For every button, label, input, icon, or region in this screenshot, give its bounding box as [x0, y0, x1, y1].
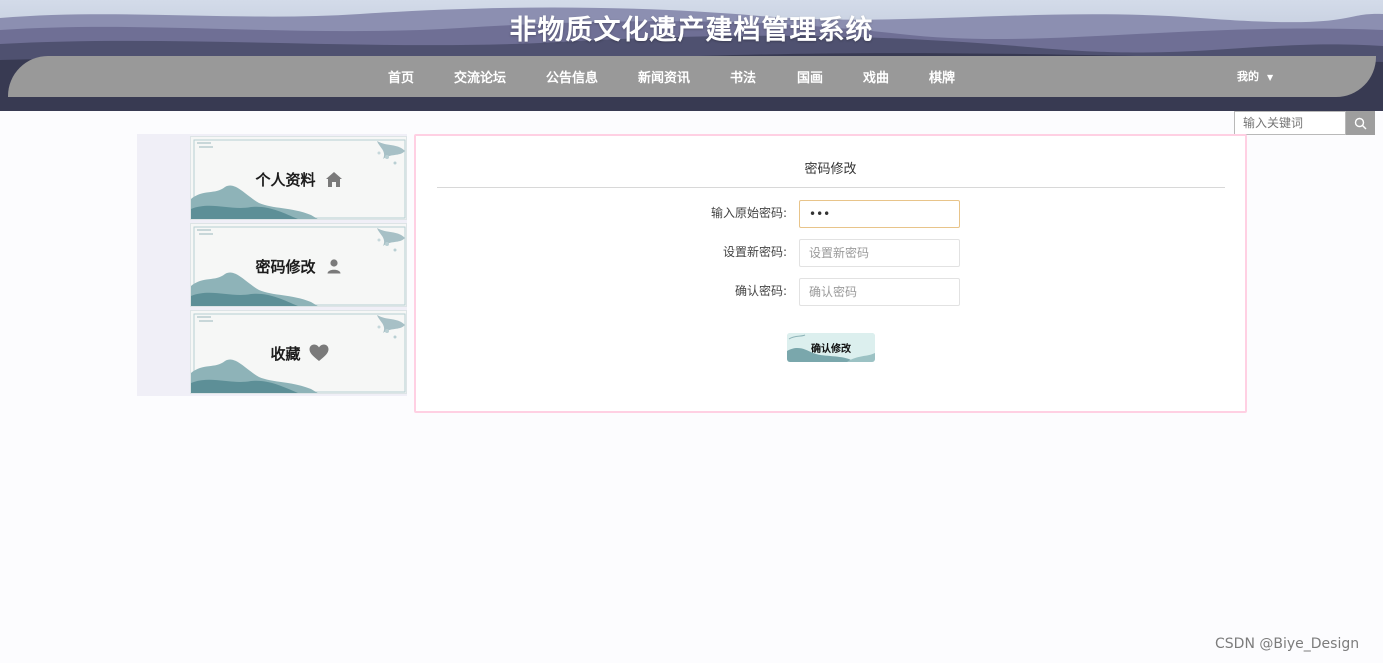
- nav-item-notices[interactable]: 公告信息: [546, 67, 598, 86]
- site-title: 非物质文化遗产建档管理系统: [509, 15, 874, 46]
- password-form-panel: 密码修改 输入原始密码: 设置新密码: 确认密码: 确认修改: [414, 134, 1247, 413]
- search-icon: [1354, 117, 1367, 129]
- user-menu-label: 我的: [1237, 70, 1259, 83]
- old-password-field[interactable]: [799, 200, 960, 228]
- confirm-change-button[interactable]: 确认修改: [787, 333, 875, 362]
- page: 非物质文化遗产建档管理系统 首页 交流论坛 公告信息 新闻资讯 书法 国画 戏曲…: [0, 0, 1383, 663]
- sidebar-item-label: 收藏: [270, 344, 301, 363]
- nav-item-painting[interactable]: 国画: [797, 67, 823, 86]
- confirm-change-label: 确认修改: [811, 344, 851, 355]
- nav-item-calligraphy[interactable]: 书法: [730, 67, 756, 86]
- user-icon: [324, 256, 344, 276]
- new-password-field[interactable]: [799, 239, 960, 267]
- heart-icon: [309, 343, 329, 363]
- caret-down-icon: ▼: [1267, 72, 1274, 82]
- header: 非物质文化遗产建档管理系统 首页 交流论坛 公告信息 新闻资讯 书法 国画 戏曲…: [0, 0, 1383, 111]
- nav-item-forum[interactable]: 交流论坛: [454, 67, 506, 86]
- search-button[interactable]: [1346, 111, 1375, 135]
- nav-item-opera[interactable]: 戏曲: [863, 67, 889, 86]
- sidebar-item-password[interactable]: 密码修改: [190, 223, 407, 307]
- form-title: 密码修改: [804, 162, 857, 177]
- main-nav: 首页 交流论坛 公告信息 新闻资讯 书法 国画 戏曲 棋牌 我的 ▼: [8, 56, 1376, 97]
- sidebar-item-label: 密码修改: [255, 257, 316, 276]
- old-password-label: 输入原始密码:: [710, 206, 787, 220]
- new-password-label: 设置新密码:: [722, 245, 787, 259]
- sidebar-item-profile-content: 个人资料: [191, 137, 406, 219]
- sidebar-item-profile[interactable]: 个人资料: [190, 136, 407, 220]
- nav-item-news[interactable]: 新闻资讯: [638, 67, 690, 86]
- sidebar-item-favorites-content: 收藏: [191, 311, 406, 393]
- confirm-password-field[interactable]: [799, 278, 960, 306]
- sidebar-item-password-content: 密码修改: [191, 224, 406, 306]
- user-menu[interactable]: 我的 ▼: [1237, 68, 1273, 84]
- divider: [437, 187, 1225, 188]
- search-input[interactable]: [1234, 111, 1346, 135]
- sidebar-item-favorites[interactable]: 收藏: [190, 310, 407, 394]
- sidebar-item-label: 个人资料: [255, 170, 316, 189]
- watermark: CSDN @Biye_Design: [1215, 636, 1360, 652]
- confirm-password-label: 确认密码:: [734, 284, 787, 298]
- sidebar: 个人资料 密码修改 收藏: [137, 134, 407, 396]
- nav-item-chess[interactable]: 棋牌: [929, 67, 955, 86]
- home-icon: [324, 169, 344, 189]
- nav-item-home[interactable]: 首页: [388, 67, 414, 86]
